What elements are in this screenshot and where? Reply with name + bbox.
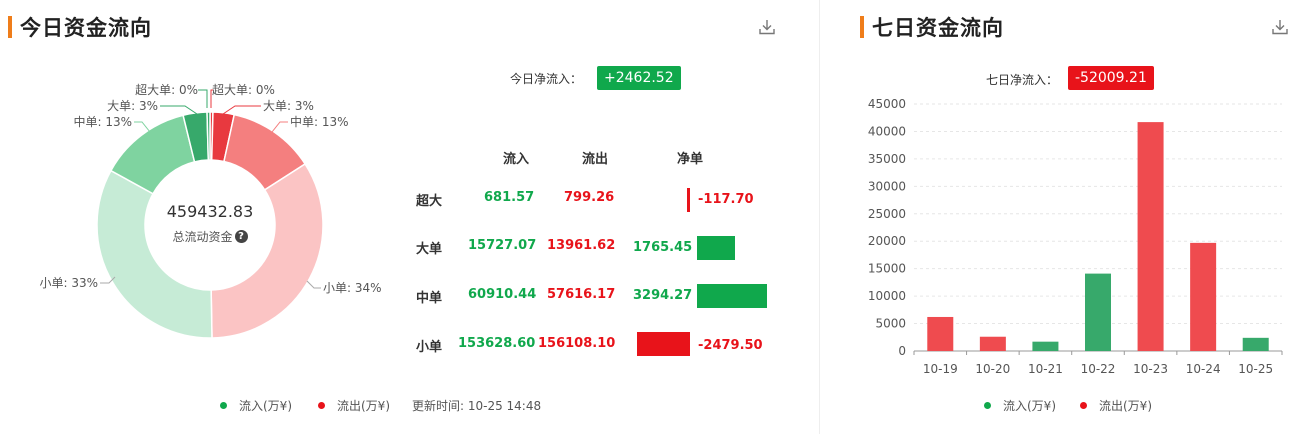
donut-label: 大单: 3% (263, 99, 314, 113)
row-outflow: 57616.17 (547, 287, 616, 302)
donut-label: 超大单: 0% (212, 82, 275, 97)
bar[interactable] (1242, 337, 1269, 351)
y-tick-label: 20000 (868, 234, 906, 248)
bar[interactable] (1032, 341, 1059, 351)
total-label: 总流动资金 (172, 230, 233, 244)
donut-label: 中单: 13% (73, 114, 132, 129)
row-label: 小单 (416, 340, 443, 355)
download-icon[interactable] (758, 18, 776, 36)
donut-label-line (306, 280, 321, 289)
today-net-label: 今日净流入： (510, 72, 583, 86)
y-tick-label: 0 (898, 344, 906, 358)
x-tick-label: 10-25 (1238, 362, 1273, 376)
inflow-legend-label[interactable]: 流入(万¥) (1003, 397, 1056, 414)
y-tick-label: 30000 (868, 179, 906, 193)
row-label: 中单 (416, 291, 443, 306)
outflow-legend-label[interactable]: 流出(万¥) (1099, 397, 1152, 414)
outflow-legend-dot (1080, 402, 1087, 409)
row-label: 超大 (416, 194, 443, 209)
donut-label: 超大单: 0% (135, 82, 198, 97)
row-outflow: 13961.62 (547, 238, 616, 253)
inflow-legend-label[interactable]: 流入(万¥) (239, 397, 292, 414)
net-bar (697, 284, 767, 308)
row-outflow: 799.26 (564, 190, 615, 205)
donut-label: 小单: 34% (323, 281, 382, 295)
update-time: 更新时间: 10-25 14:48 (412, 399, 542, 413)
outflow-legend-label[interactable]: 流出(万¥) (337, 397, 390, 414)
y-tick-label: 15000 (868, 262, 906, 276)
week-legend: 流入(万¥) 流出(万¥) (984, 397, 1152, 414)
panel-divider (819, 0, 820, 434)
net-bar (697, 236, 735, 260)
bar[interactable] (979, 336, 1006, 351)
x-tick-label: 10-22 (1081, 362, 1116, 376)
seven-day-bar-chart: 0 5000 10000 15000 20000 25000 30000 35000 40000… (868, 97, 1283, 376)
row-outflow: 156108.10 (538, 336, 616, 351)
y-tick-label: 25000 (868, 207, 906, 221)
row-net: 3294.27 (633, 288, 693, 303)
donut-label-line (271, 121, 288, 133)
donut-label: 中单: 13% (290, 114, 349, 129)
net-bar (687, 188, 690, 212)
y-tick-label: 5000 (875, 317, 906, 331)
x-tick-label: 10-19 (923, 362, 958, 376)
today-net-badge: +2462.52 (597, 66, 681, 90)
row-net: 1765.45 (633, 240, 693, 255)
x-tick-label: 10-20 (975, 362, 1010, 376)
row-net: -117.70 (698, 192, 754, 207)
net-bar (637, 332, 690, 356)
bar[interactable] (1190, 242, 1217, 351)
header-inflow: 流入 (503, 152, 530, 167)
row-inflow: 15727.07 (468, 238, 537, 253)
row-inflow: 60910.44 (468, 287, 537, 302)
row-inflow: 153628.60 (458, 336, 536, 351)
donut-label-line (198, 89, 208, 108)
donut-slice[interactable] (206, 111, 211, 161)
week-fund-flow-panel: 七日资金流向 七日净流入： -52009.21 0 5000 10000 15000 2… (834, 0, 1314, 434)
x-tick-label: 10-21 (1028, 362, 1063, 376)
today-fund-flow-panel: 今日资金流向 超大单: 0% 超大单: 0% 大单: 3% 大单: 3% 中单: 13%… (0, 0, 804, 434)
donut-label: 小单: 33% (39, 276, 98, 290)
inflow-legend-dot (220, 402, 227, 409)
row-label: 大单 (416, 242, 443, 257)
donut-slice[interactable] (210, 162, 324, 339)
inflow-legend-dot (984, 402, 991, 409)
x-tick-label: 10-23 (1133, 362, 1168, 376)
bar[interactable] (1137, 122, 1164, 351)
donut-label: 大单: 3% (107, 99, 158, 113)
header-outflow: 流出 (582, 152, 609, 167)
y-tick-label: 35000 (868, 152, 906, 166)
total-label-row: 总流动资金 ? (140, 228, 280, 245)
row-net: -2479.50 (698, 338, 763, 353)
total-value: 459432.83 (166, 202, 254, 221)
y-tick-label: 10000 (868, 289, 906, 303)
header-net: 净单 (677, 152, 704, 167)
donut-chart: 超大单: 0% 超大单: 0%大单: 3% 大单: 3%中单: 13% 中单: 13%… (39, 82, 382, 339)
outflow-legend-dot (318, 402, 325, 409)
bar[interactable] (927, 316, 954, 351)
row-inflow: 681.57 (484, 190, 535, 205)
question-circle-icon[interactable]: ? (234, 230, 248, 243)
y-tick-label: 40000 (868, 124, 906, 138)
x-tick-label: 10-24 (1186, 362, 1221, 376)
today-legend: 流入(万¥) 流出(万¥) 更新时间: 10-25 14:48 (220, 397, 541, 414)
bar[interactable] (1085, 273, 1111, 351)
y-tick-label: 45000 (868, 97, 906, 111)
donut-slice[interactable] (96, 169, 213, 339)
